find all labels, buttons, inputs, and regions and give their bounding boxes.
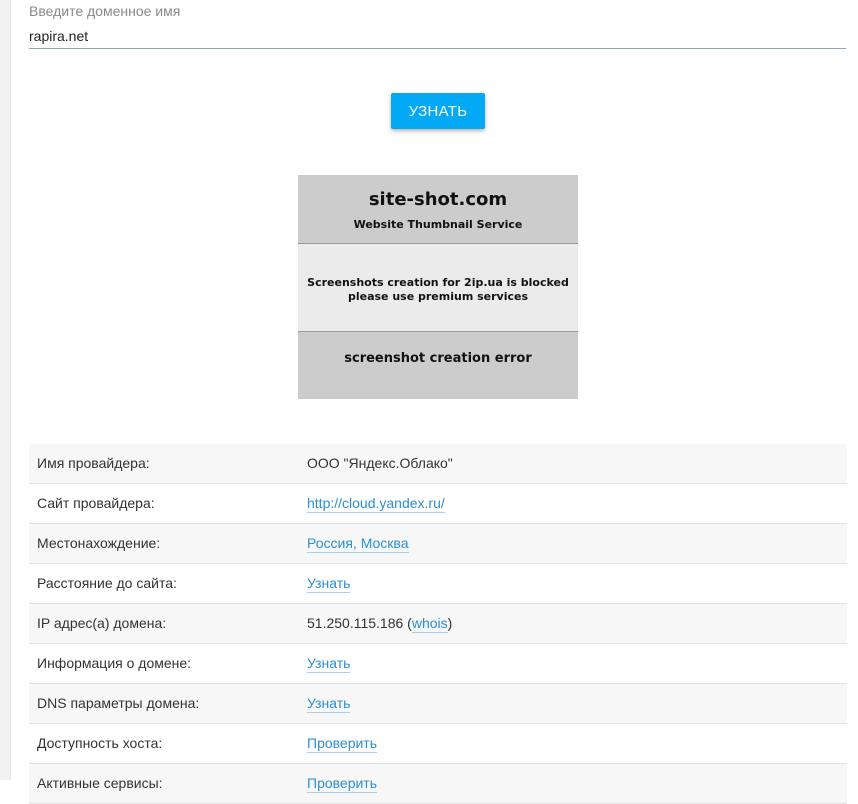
thumbnail-message-line1: Screenshots creation for 2ip.ua is block… [307,276,569,289]
provider-name-value: ООО "Яндекс.Облако" [307,455,453,471]
table-row-provider-name: Имя провайдера: ООО "Яндекс.Облако" [29,444,847,484]
thumbnail-header: site-shot.com Website Thumbnail Service [298,175,578,244]
ip-value-group: 51.250.115.186 (whois) [307,615,453,633]
whois-link[interactable]: whois [411,615,448,633]
table-row-domain-info: Информация о домене: Узнать [29,644,847,684]
thumbnail-message: Screenshots creation for 2ip.ua is block… [298,244,578,332]
row-label: Имя провайдера: [37,455,150,471]
row-label: Расстояние до сайта: [37,575,177,591]
ip-address: 51.250.115.186 [307,615,404,631]
row-label: Сайт провайдера: [37,495,155,511]
site-thumbnail: site-shot.com Website Thumbnail Service … [298,175,578,399]
domain-info-table: Имя провайдера: ООО "Яндекс.Облако" Сайт… [29,444,847,804]
row-label: DNS параметры домена: [37,695,200,711]
submit-button[interactable]: УЗНАТЬ [391,93,485,129]
table-row-distance: Расстояние до сайта: Узнать [29,564,847,604]
table-row-dns: DNS параметры домена: Узнать [29,684,847,724]
table-row-provider-site: Сайт провайдера: http://cloud.yandex.ru/ [29,484,847,524]
location-link[interactable]: Россия, Москва [307,535,409,553]
dns-link[interactable]: Узнать [307,695,351,713]
row-label: Активные сервисы: [37,775,163,791]
row-label: Местонахождение: [37,535,161,551]
row-label: Информация о домене: [37,655,192,671]
domain-info-link[interactable]: Узнать [307,655,351,673]
distance-link[interactable]: Узнать [307,575,351,593]
thumbnail-error: screenshot creation error [344,351,532,366]
row-label: Доступность хоста: [37,735,163,751]
host-availability-link[interactable]: Проверить [307,735,378,753]
table-row-location: Местонахождение: Россия, Москва [29,524,847,564]
provider-site-link[interactable]: http://cloud.yandex.ru/ [307,495,445,513]
thumbnail-message-line2: please use premium services [347,290,529,303]
table-row-host-availability: Доступность хоста: Проверить [29,724,847,764]
thumbnail-footer: screenshot creation error [298,332,578,399]
table-row-active-services: Активные сервисы: Проверить [29,764,847,804]
domain-input[interactable] [29,24,846,49]
domain-input-label: Введите доменное имя [29,3,181,19]
active-services-link[interactable]: Проверить [307,775,378,793]
thumbnail-subtitle: Website Thumbnail Service [353,218,523,231]
left-sidebar-edge [0,0,11,780]
table-row-ip: IP адрес(а) домена: 51.250.115.186 (whoi… [29,604,847,644]
thumbnail-title: site-shot.com [368,189,508,210]
row-label: IP адрес(а) домена: [37,615,167,631]
